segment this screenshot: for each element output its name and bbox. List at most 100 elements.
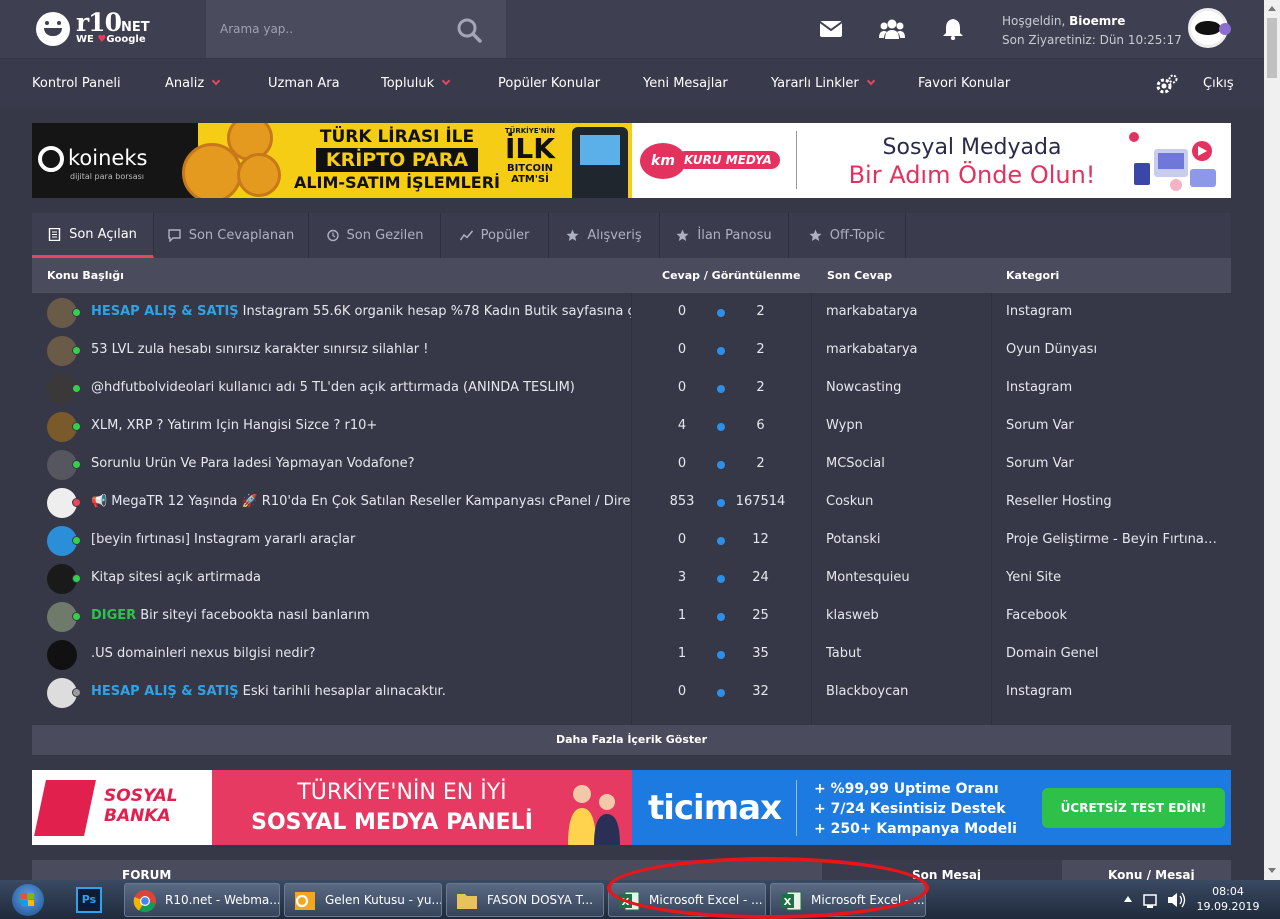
heart-icon: ♥ bbox=[97, 34, 107, 45]
taskbar-chrome[interactable]: R10.net - Webma... bbox=[124, 883, 280, 917]
scroll-thumb[interactable] bbox=[1267, 18, 1277, 78]
taskbar-clock[interactable]: 08:04 19.09.2019 bbox=[1196, 884, 1260, 914]
category-link[interactable]: Facebook bbox=[1006, 608, 1220, 623]
topic-title[interactable]: .US domainleri nexus bilgisi nedir? bbox=[91, 646, 315, 661]
topic-title[interactable]: @hdfutbolvideolari kullanıcı adı 5 TL'de… bbox=[91, 380, 575, 395]
category-link[interactable]: Instagram bbox=[1006, 684, 1220, 699]
last-reply-user[interactable]: Potanski bbox=[826, 532, 881, 547]
table-row[interactable]: 53 LVL zula hesabı sınırsız karakter sın… bbox=[32, 331, 1231, 369]
tab-ilan-panosu[interactable]: İlan Panosu bbox=[660, 213, 789, 258]
view-count: 32 bbox=[752, 684, 769, 699]
last-reply-user[interactable]: klasweb bbox=[826, 608, 879, 623]
topic-prefix[interactable]: DİĞER bbox=[91, 608, 136, 623]
table-row[interactable]: DİĞER Bir siteyi facebookta nasıl banları… bbox=[32, 597, 1231, 635]
category-link[interactable]: Reseller Hosting bbox=[1006, 494, 1220, 509]
nav-label: Yararlı Linkler bbox=[771, 76, 859, 91]
tab-populer[interactable]: Popüler bbox=[441, 213, 549, 258]
topic-title[interactable]: Bir siteyi facebookta nasıl banlarım bbox=[140, 608, 370, 623]
search-icon[interactable] bbox=[456, 17, 482, 43]
nav-item-favori-konular[interactable]: Favori Konular bbox=[918, 76, 1010, 91]
username[interactable]: Bioemre bbox=[1069, 14, 1125, 28]
kuru-medya-banner[interactable]: km KURU MEDYA Sosyal Medyada Bir Adım Ön… bbox=[632, 123, 1231, 198]
view-count: 2 bbox=[756, 456, 765, 471]
tab-alisveris[interactable]: Alışveriş bbox=[549, 213, 660, 258]
topic-title[interactable]: Eski tarihli hesaplar alınacaktır. bbox=[243, 684, 446, 699]
table-row[interactable]: [beyin fırtınası] Instagram yararlı araç… bbox=[32, 521, 1231, 559]
nav-item-kontrol-paneli[interactable]: Kontrol Paneli bbox=[32, 76, 121, 91]
table-row[interactable]: @hdfutbolvideolari kullanıcı adı 5 TL'de… bbox=[32, 369, 1231, 407]
topic-title[interactable]: İnstagram 55.6K organik hesap %78 Kadın … bbox=[243, 304, 631, 319]
koineks-logo-icon bbox=[38, 146, 64, 172]
nav-item-populer-konular[interactable]: Popüler Konular bbox=[498, 76, 600, 91]
last-reply-user[interactable]: Coskun bbox=[826, 494, 873, 509]
last-reply-user[interactable]: Tabut bbox=[826, 646, 861, 661]
chevron-down-icon[interactable] bbox=[1219, 23, 1231, 35]
taskbar-outlook[interactable]: Gelen Kutusu - yu... bbox=[284, 883, 442, 917]
search-input[interactable] bbox=[206, 0, 446, 58]
topic-title[interactable]: 53 LVL zula hesabı sınırsız karakter sın… bbox=[91, 342, 429, 357]
topic-title[interactable]: Kitap sitesi açık artirmada bbox=[91, 570, 261, 585]
nav-item-topluluk[interactable]: Topluluk bbox=[381, 76, 451, 91]
taskbar-folder[interactable]: FASON DOSYA T... bbox=[446, 883, 604, 917]
category-link[interactable]: Instagram bbox=[1006, 380, 1220, 395]
category-link[interactable]: Sorum Var bbox=[1006, 456, 1220, 471]
site-logo[interactable]: r10NET WE ♥Google bbox=[36, 8, 166, 50]
avatar[interactable] bbox=[47, 640, 77, 670]
tab-son-cevaplanan[interactable]: Son Cevaplanan bbox=[154, 213, 309, 258]
scroll-down-icon[interactable] bbox=[1268, 868, 1276, 873]
header-stats: Cevap / Görüntülenme bbox=[662, 269, 801, 282]
nav-item-yeni-mesajlar[interactable]: Yeni Mesajlar bbox=[643, 76, 728, 91]
last-reply-user[interactable]: markabatarya bbox=[826, 304, 918, 319]
table-row[interactable]: HESAP ALIŞ & SATIŞ Eski tarihli hesaplar … bbox=[32, 673, 1231, 711]
category-link[interactable]: Yeni Site bbox=[1006, 570, 1220, 585]
tab-off-topic[interactable]: Off-Topic bbox=[789, 213, 906, 258]
users-icon[interactable] bbox=[879, 18, 905, 40]
taskbar-excel-1[interactable]: X Microsoft Excel - ... bbox=[608, 883, 766, 917]
taskbar-photoshop[interactable]: Ps bbox=[72, 884, 108, 916]
table-row[interactable]: XLM, XRP ? Yatırım İçin Hangisi Sizce ? … bbox=[32, 407, 1231, 445]
taskbar-excel-2[interactable]: X Microsoft Excel - ... bbox=[770, 883, 926, 917]
table-row[interactable]: Kitap sitesi açık artirmada 3 24 Montesquie… bbox=[32, 559, 1231, 597]
scroll-up-icon[interactable] bbox=[1268, 6, 1276, 11]
last-reply-user[interactable]: MCSocial bbox=[826, 456, 885, 471]
table-row[interactable]: .US domainleri nexus bilgisi nedir? 1 35 Ta… bbox=[32, 635, 1231, 673]
table-row[interactable]: HESAP ALIŞ & SATIŞ İnstagram 55.6K organi… bbox=[32, 293, 1231, 331]
last-reply-user[interactable]: Wypn bbox=[826, 418, 863, 433]
page-scrollbar[interactable] bbox=[1264, 0, 1280, 880]
start-button[interactable] bbox=[4, 882, 52, 918]
nav-item-analiz[interactable]: Analiz bbox=[165, 76, 221, 91]
nav-item-uzman-ara[interactable]: Uzman Ara bbox=[268, 76, 340, 91]
table-row[interactable]: Sorunlu Ürün Ve Para İadesi Yapmayan Vod… bbox=[32, 445, 1231, 483]
table-row[interactable]: 📢 MegaTR 12 Yaşında 🚀 R10'da En Çok Satıl… bbox=[32, 483, 1231, 521]
topic-title[interactable]: MegaTR 12 Yaşında 🚀 R10'da En Çok Satıla… bbox=[111, 494, 631, 509]
topic-prefix[interactable]: HESAP ALIŞ & SATIŞ bbox=[91, 684, 239, 699]
category-link[interactable]: Proje Geliştirme - Beyin Fırtınası -... bbox=[1006, 532, 1220, 547]
show-more-button[interactable]: Daha Fazla İçerik Göster bbox=[32, 725, 1231, 755]
nav-item-yararli-linkler[interactable]: Yararlı Linkler bbox=[771, 76, 875, 91]
category-link[interactable]: Oyun Dünyası bbox=[1006, 342, 1220, 357]
topic-title[interactable]: [beyin fırtınası] Instagram yararlı araç… bbox=[91, 532, 355, 547]
topic-prefix[interactable]: HESAP ALIŞ & SATIŞ bbox=[91, 304, 239, 319]
trend-icon bbox=[459, 230, 473, 241]
category-link[interactable]: Domain Genel bbox=[1006, 646, 1220, 661]
last-reply-user[interactable]: Montesquieu bbox=[826, 570, 910, 585]
gear-icon[interactable] bbox=[1155, 73, 1179, 97]
chevron-down-icon bbox=[441, 76, 451, 86]
logout-link[interactable]: Çıkış bbox=[1203, 76, 1234, 91]
koineks-banner[interactable]: koineks dijital para borsası TÜRK LİRASI… bbox=[32, 123, 632, 198]
tab-son-acilan[interactable]: Son Açılan bbox=[32, 213, 154, 258]
bell-icon[interactable] bbox=[941, 18, 965, 40]
tab-son-gezilen[interactable]: Son Gezilen bbox=[309, 213, 441, 258]
topic-title[interactable]: XLM, XRP ? Yatırım İçin Hangisi Sizce ? … bbox=[91, 418, 377, 433]
category-link[interactable]: Instagram bbox=[1006, 304, 1220, 319]
envelope-icon[interactable] bbox=[819, 18, 843, 40]
ticimax-banner[interactable]: ticimax + %99,99 Uptime Oranı + 7/24 Kes… bbox=[632, 770, 1231, 845]
topic-title[interactable]: Sorunlu Ürün Ve Para İadesi Yapmayan Vod… bbox=[91, 456, 414, 471]
user-avatar[interactable] bbox=[1188, 8, 1231, 48]
ticimax-cta-button[interactable]: ÜCRETSİZ TEST EDİN! bbox=[1042, 788, 1225, 828]
category-link[interactable]: Sorum Var bbox=[1006, 418, 1220, 433]
last-reply-user[interactable]: markabatarya bbox=[826, 342, 918, 357]
last-reply-user[interactable]: Nowcasting bbox=[826, 380, 901, 395]
last-reply-user[interactable]: Blackboycan bbox=[826, 684, 908, 699]
sosyal-banka-banner[interactable]: SOSYAL BANKA TÜRKİYE'NİN EN İYİ SOSYAL M… bbox=[32, 770, 632, 845]
